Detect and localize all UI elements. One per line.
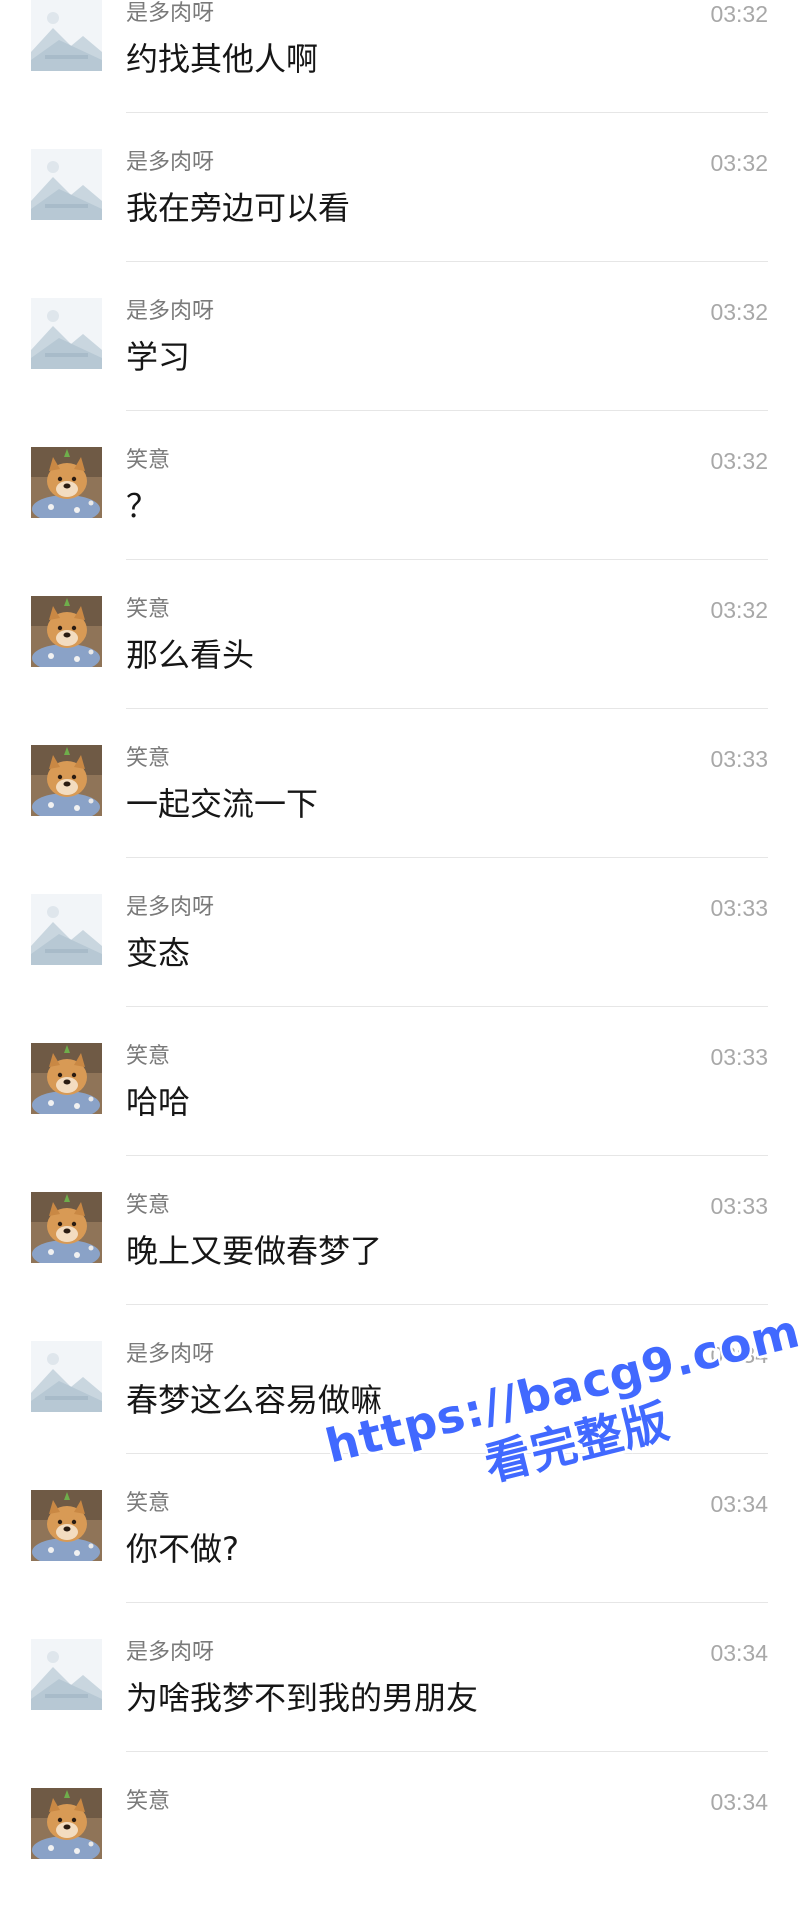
divider: [126, 1155, 768, 1156]
divider: [126, 410, 768, 411]
message-time: 03:34: [710, 1789, 768, 1815]
message-text: 变态: [126, 934, 191, 972]
message-text: 学习: [126, 338, 191, 376]
message-item[interactable]: 笑意 03:33 一起交流一下: [0, 733, 800, 882]
message-item[interactable]: 笑意 03:32 那么看头: [0, 584, 800, 733]
divider: [126, 1602, 768, 1603]
message-item[interactable]: 是多肉呀 03:33 变态: [0, 882, 800, 1031]
message-item[interactable]: 笑意 03:34 你不做?: [0, 1478, 800, 1627]
message-text: 约找其他人啊: [126, 40, 319, 78]
sender-name: 笑意: [126, 1193, 171, 1218]
divider: [126, 112, 768, 113]
divider: [126, 559, 768, 560]
message-item[interactable]: 笑意 03:33 哈哈: [0, 1031, 800, 1180]
divider: [126, 1304, 768, 1305]
divider: [126, 261, 768, 262]
sender-name: 笑意: [126, 746, 171, 771]
image-placeholder-icon[interactable]: [31, 298, 102, 369]
image-placeholder-icon[interactable]: [31, 894, 102, 965]
divider: [126, 1006, 768, 1007]
dog-avatar-icon[interactable]: [31, 447, 102, 518]
image-placeholder-icon[interactable]: [31, 149, 102, 220]
message-time: 03:33: [710, 1044, 768, 1070]
message-time: 03:32: [710, 1, 768, 27]
sender-name: 笑意: [126, 1491, 171, 1516]
divider: [126, 1751, 768, 1752]
dog-avatar-icon[interactable]: [31, 1490, 102, 1561]
dog-avatar-icon[interactable]: [31, 1192, 102, 1263]
message-time: 03:34: [710, 1640, 768, 1666]
dog-avatar-icon[interactable]: [31, 596, 102, 667]
message-time: 03:32: [710, 299, 768, 325]
message-item[interactable]: 笑意 03:32 ？: [0, 435, 800, 584]
message-list: 是多肉呀 03:32 约找其他人啊 是多肉呀 03:32 我在旁边可以看 是多肉呀 03:…: [0, 0, 800, 1925]
message-text: 我在旁边可以看: [126, 189, 351, 227]
sender-name: 是多肉呀: [126, 299, 215, 324]
message-time: 03:34: [710, 1491, 768, 1517]
divider: [126, 1453, 768, 1454]
message-item[interactable]: 是多肉呀 03:32 我在旁边可以看: [0, 137, 800, 286]
message-text: 那么看头: [126, 636, 255, 674]
message-text: 春梦这么容易做嘛: [126, 1381, 383, 1419]
message-item[interactable]: 是多肉呀 03:34 为啥我梦不到我的男朋友: [0, 1627, 800, 1776]
sender-name: 笑意: [126, 1044, 171, 1069]
dog-avatar-icon[interactable]: [31, 1788, 102, 1859]
message-time: 03:33: [710, 1193, 768, 1219]
message-time: 03:33: [710, 746, 768, 772]
dog-avatar-icon[interactable]: [31, 745, 102, 816]
message-time: 03:33: [710, 895, 768, 921]
message-text: 为啥我梦不到我的男朋友: [126, 1679, 479, 1717]
message-text: 一起交流一下: [126, 785, 319, 823]
sender-name: 笑意: [126, 448, 171, 473]
sender-name: 是多肉呀: [126, 1342, 215, 1367]
message-item[interactable]: 是多肉呀 03:32 学习: [0, 286, 800, 435]
sender-name: 是多肉呀: [126, 1, 215, 26]
message-text: 哈哈: [126, 1083, 191, 1121]
sender-name: 笑意: [126, 1789, 171, 1814]
sender-name: 是多肉呀: [126, 1640, 215, 1665]
message-item[interactable]: 笑意 03:33 晚上又要做春梦了: [0, 1180, 800, 1329]
message-text: ？: [126, 487, 159, 525]
dog-avatar-icon[interactable]: [31, 1043, 102, 1114]
message-time: 03:34: [710, 1342, 768, 1368]
image-placeholder-icon[interactable]: [31, 1341, 102, 1412]
message-text: 晚上又要做春梦了: [126, 1232, 383, 1270]
message-time: 03:32: [710, 448, 768, 474]
divider: [126, 708, 768, 709]
message-text: 你不做?: [126, 1530, 239, 1568]
message-item[interactable]: 笑意 03:34: [0, 1776, 800, 1925]
image-placeholder-icon[interactable]: [31, 0, 102, 71]
message-item[interactable]: 是多肉呀 03:34 春梦这么容易做嘛: [0, 1329, 800, 1478]
message-time: 03:32: [710, 150, 768, 176]
sender-name: 笑意: [126, 597, 171, 622]
sender-name: 是多肉呀: [126, 150, 215, 175]
sender-name: 是多肉呀: [126, 895, 215, 920]
message-time: 03:32: [710, 597, 768, 623]
image-placeholder-icon[interactable]: [31, 1639, 102, 1710]
divider: [126, 857, 768, 858]
message-item[interactable]: 是多肉呀 03:32 约找其他人啊: [0, 0, 800, 137]
